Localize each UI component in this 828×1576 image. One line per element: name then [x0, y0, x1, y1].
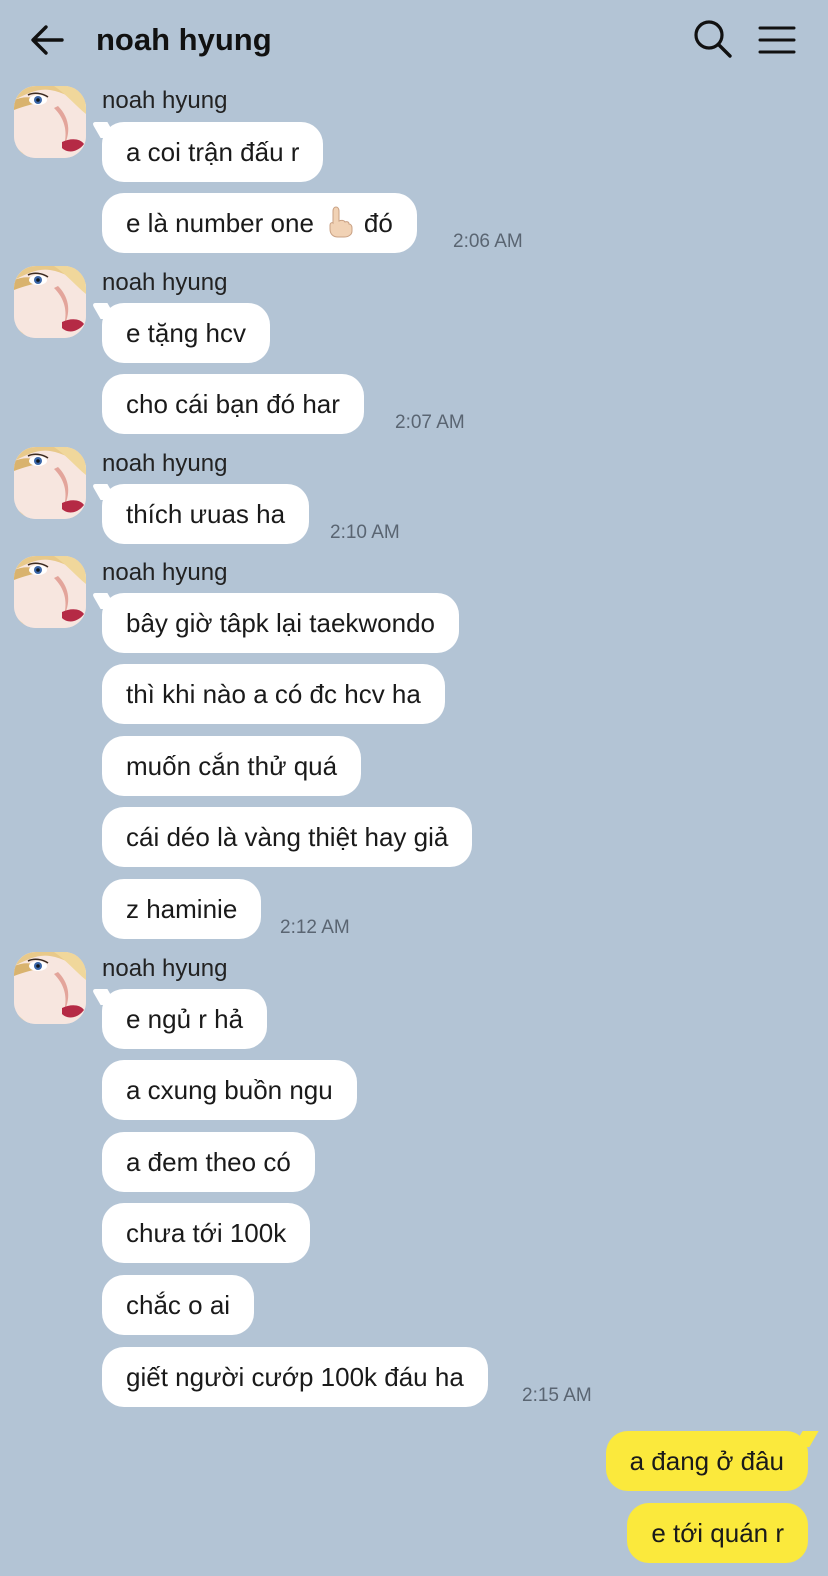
avatar[interactable]	[14, 556, 86, 628]
sender-name: noah hyung	[102, 269, 228, 296]
timestamp: 2:06 AM	[453, 231, 523, 252]
message-bubble[interactable]: a đem theo có	[102, 1132, 315, 1192]
message-feed[interactable]: noah hyung a coi trận đấu r e là number …	[0, 0, 828, 1576]
sender-name: noah hyung	[102, 955, 228, 982]
message-bubble[interactable]: cho cái bạn đó har	[102, 374, 364, 434]
message-bubble[interactable]: giết người cướp 100k đáu ha	[102, 1347, 488, 1407]
sender-name: noah hyung	[102, 450, 228, 477]
sender-name: noah hyung	[102, 87, 228, 114]
message-bubble[interactable]: chưa tới 100k	[102, 1203, 311, 1263]
message-bubble[interactable]: cái déo là vàng thiệt hay giả	[102, 807, 473, 867]
avatar[interactable]	[14, 266, 86, 338]
timestamp: 2:07 AM	[395, 412, 465, 433]
timestamp: 2:10 AM	[330, 522, 400, 543]
message-text: đó	[363, 208, 393, 238]
sender-name: noah hyung	[102, 559, 228, 586]
outgoing-message-bubble[interactable]: e tới quán r	[627, 1503, 808, 1563]
avatar[interactable]	[14, 86, 86, 158]
message-bubble[interactable]: e là number one đó	[102, 193, 417, 253]
message-text: e là number one	[126, 208, 314, 238]
message-bubble[interactable]: a coi trận đấu r	[102, 122, 324, 182]
message-bubble[interactable]: e ngủ r hả	[102, 989, 268, 1049]
message-bubble[interactable]: bây giờ tâpk lại taekwondo	[102, 593, 460, 653]
avatar[interactable]	[14, 952, 86, 1024]
message-bubble[interactable]: thích ưuas ha	[102, 484, 310, 544]
outgoing-message-bubble[interactable]: a đang ở đâu	[605, 1431, 808, 1491]
message-bubble[interactable]: thì khi nào a có đc hcv ha	[102, 664, 445, 724]
message-bubble[interactable]: muốn cắn thử quá	[102, 736, 362, 796]
message-bubble[interactable]: chắc o ai	[102, 1275, 255, 1335]
timestamp: 2:12 AM	[280, 917, 350, 938]
index-pointing-up-icon	[322, 204, 356, 238]
message-bubble[interactable]: e tặng hcv	[102, 303, 270, 363]
message-bubble[interactable]: a cxung buồn ngu	[102, 1060, 357, 1120]
avatar[interactable]	[14, 447, 86, 519]
timestamp: 2:15 AM	[522, 1385, 592, 1406]
message-bubble[interactable]: z haminie	[102, 879, 262, 939]
